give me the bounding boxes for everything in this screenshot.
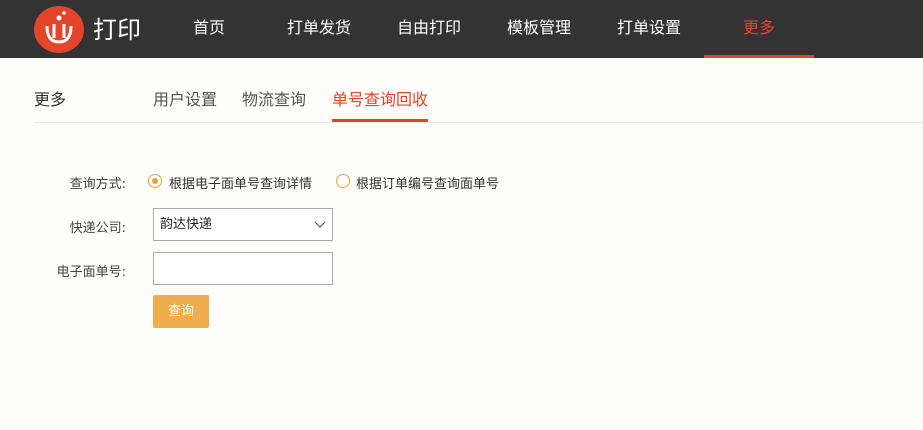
nav-item-print-settings[interactable]: 打单设置 (608, 0, 690, 58)
nav-item-home[interactable]: 首页 (172, 0, 246, 58)
nav-active-indicator (704, 55, 814, 58)
logo-icon (34, 6, 84, 53)
top-nav-bar: 打印 首页 打单发货 自由打印 模板管理 打单设置 更多 (0, 0, 923, 58)
waybill-label: 电子面单号: (56, 265, 126, 280)
radio-by-waybill-label[interactable]: 根据电子面单号查询详情 (169, 173, 312, 192)
query-button[interactable]: 查询 (153, 295, 209, 328)
radio-by-waybill[interactable] (148, 174, 162, 188)
courier-select-value: 韵达快递 (160, 217, 213, 232)
courier-label: 快递公司: (69, 221, 126, 236)
waybill-input[interactable] (153, 252, 333, 285)
divider (34, 122, 923, 123)
radio-by-order-label[interactable]: 根据订单编号查询面单号 (356, 173, 499, 192)
brand-name: 打印 (93, 16, 141, 44)
courier-select[interactable]: 韵达快递 (153, 208, 333, 241)
tab-waybill-query-recycle[interactable]: 单号查询回收 (332, 86, 428, 110)
radio-by-order[interactable] (336, 174, 350, 188)
tab-logistics-query[interactable]: 物流查询 (242, 86, 306, 110)
section-title: 更多 (34, 90, 67, 109)
nav-item-free-print[interactable]: 自由打印 (388, 0, 470, 58)
query-method-label: 查询方式: (69, 177, 126, 192)
chevron-down-icon (314, 221, 326, 228)
nav-item-more[interactable]: 更多 (704, 0, 814, 58)
tab-user-settings[interactable]: 用户设置 (153, 86, 217, 110)
nav-item-template-manage[interactable]: 模板管理 (498, 0, 580, 58)
nav-item-ship-orders[interactable]: 打单发货 (278, 0, 360, 58)
